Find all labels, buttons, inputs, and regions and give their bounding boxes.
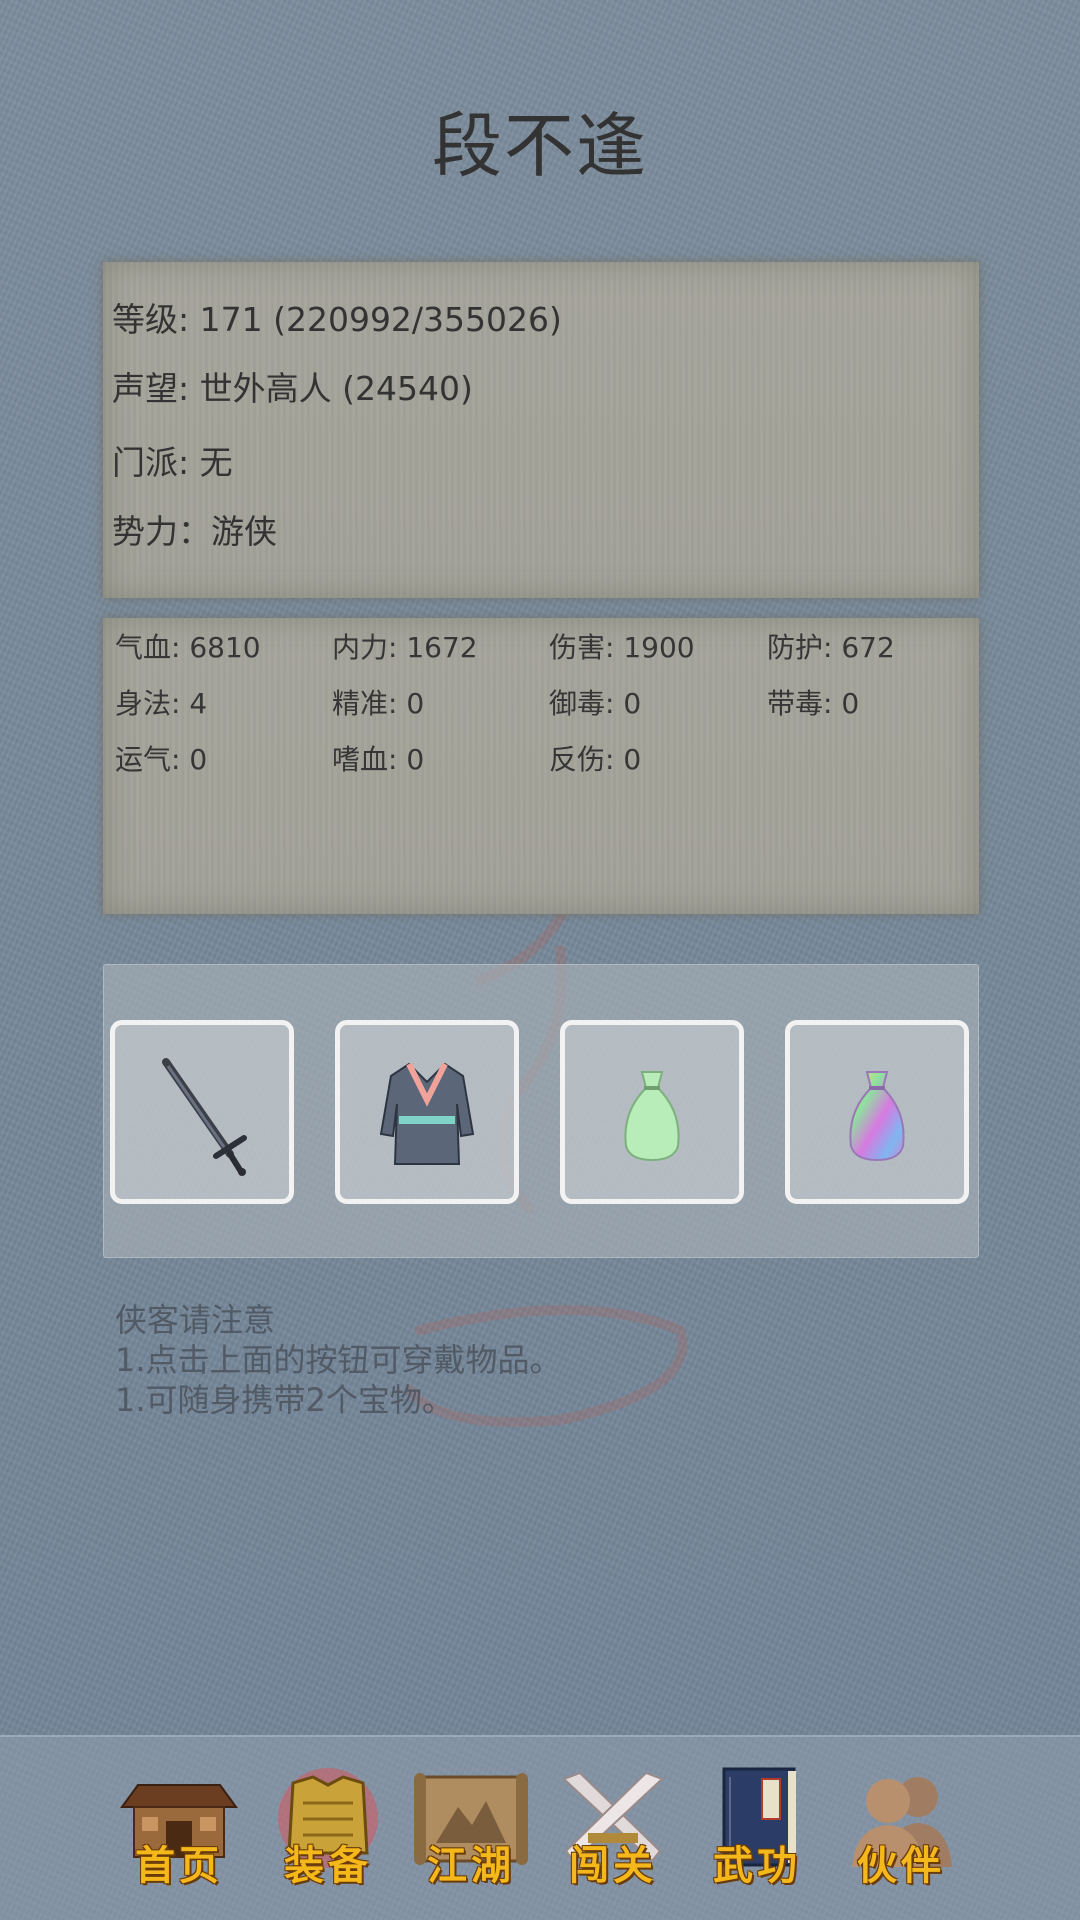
nav-martial[interactable]: 武功 (692, 1763, 822, 1893)
nav-jianghu[interactable]: 江湖 (406, 1763, 536, 1893)
stat-hp: 气血: 6810 (115, 631, 261, 664)
stat-poison-resist: 御毒: 0 (549, 687, 642, 720)
stat-reflect: 反伤: 0 (549, 743, 642, 776)
character-name: 段不逢 (432, 105, 648, 187)
robe-icon (379, 1062, 475, 1165)
notice-title: 侠客请注意 (115, 1301, 276, 1339)
reputation-text: 声望: 世外高人 (24540) (112, 369, 473, 408)
character-stats-panel: 气血: 6810 内力: 1672 伤害: 1900 防护: 672 身法: 4… (103, 618, 979, 914)
character-info-panel: 等级: 171 (220992/355026) 声望: 世外高人 (24540)… (103, 262, 979, 598)
level-text: 等级: 171 (220992/355026) (112, 300, 562, 339)
nav-partner[interactable]: 伙伴 (836, 1763, 966, 1893)
notice-box: 侠客请注意 1.点击上面的按钮可穿戴物品。 1.可随身携带2个宝物。 (115, 1300, 562, 1420)
sword-icon (162, 1058, 247, 1176)
equipment-panel (103, 964, 979, 1258)
nav-equipment[interactable]: 装备 (263, 1763, 393, 1893)
faction-text: 势力：游侠 (112, 512, 277, 551)
equipment-slot-armor[interactable] (335, 1020, 519, 1204)
stat-inner-power: 内力: 1672 (332, 631, 478, 664)
notice-line-1: 1.点击上面的按钮可穿戴物品。 (115, 1341, 562, 1379)
stat-luck: 运气: 0 (115, 743, 208, 776)
stat-accuracy: 精准: 0 (332, 687, 425, 720)
bottom-nav: 首页 装备 江湖 闯关 武功 伙伴 (0, 1735, 1080, 1920)
equipment-slot-weapon[interactable] (110, 1020, 294, 1204)
stat-defense: 防护: 672 (767, 631, 895, 664)
stat-agility: 身法: 4 (115, 687, 208, 720)
equipment-slot-treasure-1[interactable] (560, 1020, 744, 1204)
nav-home-label: 首页 (135, 1842, 223, 1889)
nav-challenge-label: 闯关 (569, 1842, 657, 1889)
stat-poison: 带毒: 0 (767, 687, 860, 720)
nav-equipment-label: 装备 (284, 1842, 372, 1889)
rainbow-pouch-icon (849, 1071, 905, 1162)
nav-challenge[interactable]: 闯关 (548, 1763, 678, 1893)
stat-damage: 伤害: 1900 (549, 631, 695, 664)
nav-jianghu-label: 江湖 (427, 1842, 515, 1889)
sect-text: 门派: 无 (112, 443, 233, 482)
nav-martial-label: 武功 (713, 1842, 801, 1889)
nav-partner-label: 伙伴 (857, 1842, 945, 1889)
equipment-slot-treasure-2[interactable] (785, 1020, 969, 1204)
notice-line-2: 1.可随身携带2个宝物。 (115, 1381, 454, 1419)
green-pouch-icon (624, 1071, 680, 1162)
stat-lifesteal: 嗜血: 0 (332, 743, 425, 776)
nav-home[interactable]: 首页 (114, 1763, 244, 1893)
